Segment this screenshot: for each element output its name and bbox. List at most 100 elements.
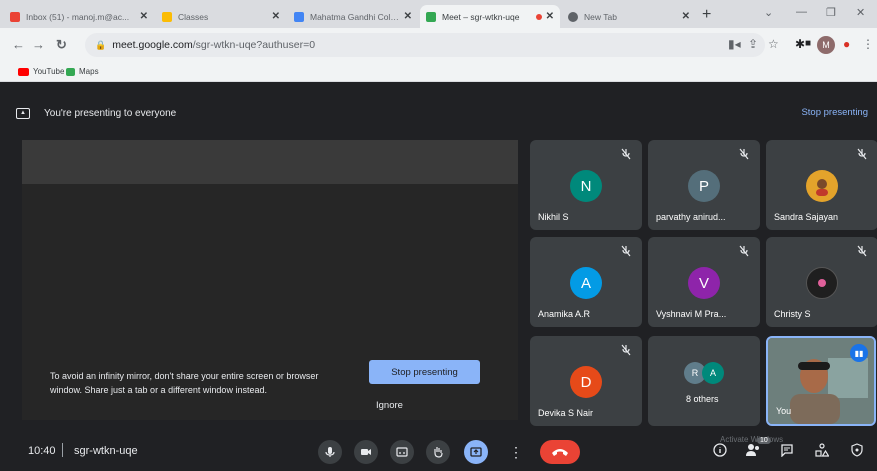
mic-off-icon: [621, 148, 631, 160]
raise-hand-button[interactable]: [426, 440, 450, 464]
captions-icon: [396, 447, 408, 457]
participant-tile[interactable]: D Devika S Nair: [530, 336, 642, 426]
site-icon: [294, 11, 304, 22]
new-tab-button[interactable]: +: [702, 6, 711, 24]
presenting-text: You're presenting to everyone: [44, 107, 177, 119]
present-now-button[interactable]: [464, 440, 488, 464]
tab-title: Mahatma Gandhi College...: [310, 11, 400, 22]
mic-off-icon: [857, 245, 867, 257]
self-view-tile[interactable]: ▮▮ You: [766, 336, 876, 426]
update-icon[interactable]: ●: [843, 37, 850, 51]
captions-button[interactable]: [390, 440, 414, 464]
participant-tile[interactable]: P parvathy anirud...: [648, 140, 760, 230]
tab-title: Meet – sgr-wtkn-uqe: [442, 11, 520, 22]
close-icon[interactable]: ✕: [140, 11, 148, 22]
mic-off-icon: [739, 245, 749, 257]
reload-icon[interactable]: ↻: [56, 37, 67, 53]
maximize-icon[interactable]: ❐: [826, 6, 836, 19]
profile-avatar[interactable]: M: [817, 36, 835, 54]
participant-name: Anamika A.R: [538, 309, 591, 319]
participant-tile[interactable]: Christy S: [766, 237, 877, 327]
bookmark-maps[interactable]: Maps: [66, 67, 99, 76]
present-icon: [470, 447, 482, 457]
participant-avatar: V: [688, 267, 720, 299]
presenting-banner: ▲ You're presenting to everyone Stop pre…: [16, 102, 874, 124]
menu-icon[interactable]: ⋮: [862, 37, 874, 51]
forward-icon[interactable]: →: [32, 37, 45, 52]
close-window-icon[interactable]: ✕: [856, 6, 865, 19]
more-options-button[interactable]: ⋮: [504, 440, 528, 464]
stop-presenting-button[interactable]: Stop presenting: [369, 360, 480, 384]
others-label: 8 others: [686, 394, 719, 404]
tab-newtab[interactable]: New Tab ✕: [562, 5, 696, 28]
participant-name: parvathy anirud...: [656, 212, 726, 222]
ignore-button[interactable]: Ignore: [376, 400, 403, 411]
classroom-icon: [162, 11, 172, 22]
participant-name: Sandra Sajayan: [774, 212, 839, 222]
tab-title: Inbox (51) - manoj.m@ac...: [26, 11, 130, 22]
bookmark-youtube[interactable]: YouTube: [18, 67, 64, 76]
person-photo-icon: [816, 179, 828, 196]
participant-name: Devika S Nair: [538, 408, 594, 418]
others-tile[interactable]: R A 8 others: [648, 336, 760, 426]
participant-avatar: D: [570, 366, 602, 398]
participant-tile[interactable]: A Anamika A.R: [530, 237, 642, 327]
share-icon[interactable]: ⇪: [748, 37, 758, 51]
speaking-indicator-icon: ▮▮: [850, 344, 868, 362]
maps-icon: [66, 67, 75, 76]
url-path: /sgr-wtkn-uqe?authuser=0: [192, 39, 316, 51]
extensions-icon[interactable]: ✱: [795, 37, 805, 51]
tab-gmail[interactable]: Inbox (51) - manoj.m@ac... ✕: [4, 5, 154, 28]
tab-meet[interactable]: Meet – sgr-wtkn-uqe ✕: [420, 5, 560, 28]
camera-icon[interactable]: ▮◂: [728, 37, 741, 51]
infinity-mirror-warning: To avoid an infinity mirror, don't share…: [50, 371, 319, 395]
more-vert-icon: ⋮: [509, 443, 523, 460]
close-icon[interactable]: ✕: [682, 11, 690, 22]
participant-avatar: N: [570, 170, 602, 202]
tab-college[interactable]: Mahatma Gandhi College... ✕: [288, 5, 418, 28]
stop-presenting-link[interactable]: Stop presenting: [801, 107, 868, 118]
participant-tile[interactable]: V Vyshnavi M Pra...: [648, 237, 760, 327]
bookmark-label: YouTube: [33, 67, 65, 76]
preview-top-bar: [22, 140, 518, 184]
camera-button[interactable]: [354, 440, 378, 464]
mic-off-icon: [857, 148, 867, 160]
microphone-icon: [325, 447, 335, 457]
host-controls-icon[interactable]: [850, 443, 864, 457]
end-call-button[interactable]: [540, 440, 580, 464]
gmail-icon: [10, 11, 20, 22]
chat-icon[interactable]: [780, 443, 794, 457]
meeting-code: sgr-wtkn-uqe: [74, 445, 138, 457]
close-icon[interactable]: ✕: [272, 11, 280, 22]
close-icon[interactable]: ✕: [404, 11, 412, 22]
bookmarks-bar: YouTube Maps: [0, 64, 877, 82]
activities-icon[interactable]: [815, 443, 829, 457]
info-icon[interactable]: [713, 443, 727, 457]
people-icon[interactable]: [745, 443, 761, 457]
url-host: meet.google.com: [112, 39, 193, 51]
tab-classes[interactable]: Classes ✕: [156, 5, 286, 28]
minimize-icon[interactable]: —: [796, 6, 807, 18]
divider: [62, 443, 63, 457]
address-bar[interactable]: 🔒 meet.google.com/sgr-wtkn-uqe?authuser=…: [85, 33, 765, 57]
microphone-button[interactable]: [318, 440, 342, 464]
mic-off-icon: [739, 148, 749, 160]
back-icon[interactable]: ←: [12, 37, 25, 52]
sidepanel-icon[interactable]: ■: [805, 38, 811, 49]
self-label: You: [776, 406, 792, 416]
mic-off-icon: [621, 245, 631, 257]
participant-avatar: P: [688, 170, 720, 202]
participant-tile[interactable]: N Nikhil S: [530, 140, 642, 230]
youtube-icon: [18, 67, 29, 76]
camera-icon: [361, 449, 371, 455]
chrome-icon: [568, 11, 578, 22]
present-screen-icon: ▲: [16, 107, 30, 119]
bookmark-star-icon[interactable]: ☆: [768, 37, 779, 51]
hang-up-icon: [552, 449, 568, 456]
browser-toolbar: ← → ↻ 🔒 meet.google.com/sgr-wtkn-uqe?aut…: [0, 28, 877, 64]
meet-window: ▲ You're presenting to everyone Stop pre…: [0, 82, 877, 471]
recording-indicator-icon: [535, 13, 542, 20]
participant-tile[interactable]: Sandra Sajayan: [766, 140, 877, 230]
tab-search-icon[interactable]: ⌄: [764, 6, 773, 19]
close-icon[interactable]: ✕: [546, 11, 554, 22]
